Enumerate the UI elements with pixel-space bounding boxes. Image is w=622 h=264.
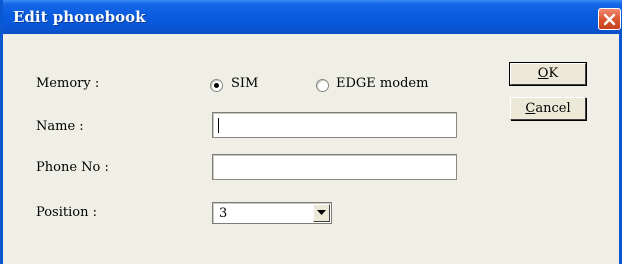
phone-field[interactable] [212,154,457,180]
position-dropdown[interactable]: 3 [212,202,332,224]
radio-selected-dot [214,83,219,88]
radio-edge-modem[interactable] [316,79,329,92]
close-button[interactable] [598,8,621,30]
cancel-button[interactable]: Cancel [510,97,586,120]
ok-button[interactable]: OK [509,62,587,86]
phone-label: Phone No : [36,160,109,175]
dialog-body: Memory : SIM EDGE modem Name : Phone No … [3,34,619,264]
dropdown-button[interactable] [313,204,330,222]
text-caret [218,118,219,133]
memory-label: Memory : [36,76,100,91]
radio-sim[interactable] [210,79,223,92]
chevron-down-icon [317,210,326,215]
radio-sim-label[interactable]: SIM [231,76,258,91]
name-label: Name : [36,119,84,134]
title-bar[interactable]: Edit phonebook [3,0,622,34]
position-label: Position : [36,205,97,220]
radio-edge-modem-label[interactable]: EDGE modem [336,76,428,91]
close-icon [603,13,616,25]
name-field[interactable] [212,112,457,138]
ok-button-label: OK [537,66,559,81]
cancel-button-label: Cancel [525,101,571,116]
window-title: Edit phonebook [13,8,146,26]
position-value: 3 [219,206,228,221]
